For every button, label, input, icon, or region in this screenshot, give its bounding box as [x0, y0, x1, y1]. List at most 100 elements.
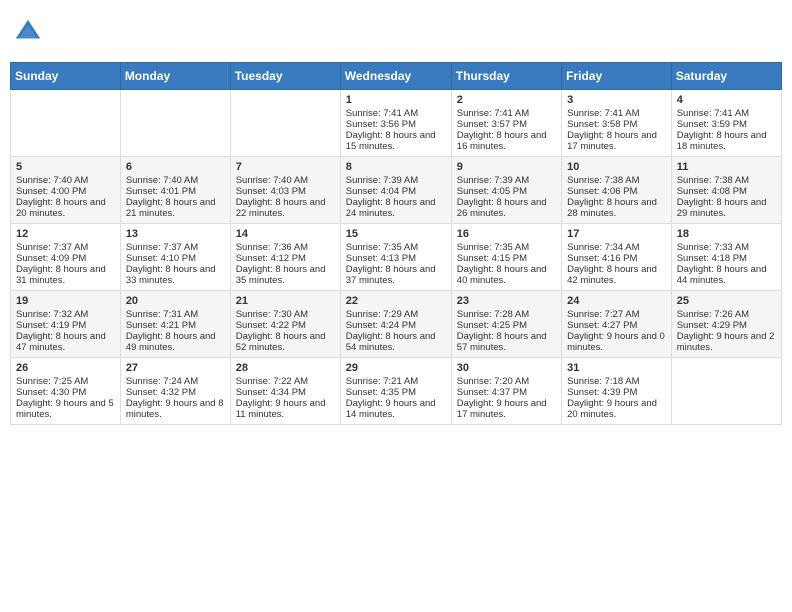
cell-content: Sunset: 4:24 PM — [346, 320, 446, 331]
cell-content: Daylight: 8 hours and 15 minutes. — [346, 130, 446, 152]
day-number: 28 — [236, 362, 335, 374]
calendar-cell: 4Sunrise: 7:41 AMSunset: 3:59 PMDaylight… — [671, 90, 781, 157]
day-number: 6 — [126, 161, 225, 173]
logo — [14, 18, 46, 46]
day-number: 30 — [457, 362, 556, 374]
calendar-week-5: 26Sunrise: 7:25 AMSunset: 4:30 PMDayligh… — [11, 358, 782, 425]
cell-content: Daylight: 8 hours and 37 minutes. — [346, 264, 446, 286]
cell-content: Sunset: 3:58 PM — [567, 119, 666, 130]
day-number: 12 — [16, 228, 115, 240]
cell-content: Sunrise: 7:38 AM — [567, 175, 666, 186]
cell-content: Sunrise: 7:22 AM — [236, 376, 335, 387]
cell-content: Daylight: 8 hours and 54 minutes. — [346, 331, 446, 353]
cell-content: Sunrise: 7:41 AM — [567, 108, 666, 119]
calendar-header-row: SundayMondayTuesdayWednesdayThursdayFrid… — [11, 63, 782, 90]
cell-content: Sunset: 4:10 PM — [126, 253, 225, 264]
calendar-week-2: 5Sunrise: 7:40 AMSunset: 4:00 PMDaylight… — [11, 157, 782, 224]
cell-content: Sunset: 4:06 PM — [567, 186, 666, 197]
calendar-cell: 1 Sunrise: 7:41 AMSunset: 3:56 PMDaylight… — [340, 90, 451, 157]
cell-content: Sunrise: 7:41 AM — [677, 108, 776, 119]
calendar-cell: 20Sunrise: 7:31 AMSunset: 4:21 PMDayligh… — [120, 291, 230, 358]
cell-content: Sunrise: 7:37 AM — [126, 242, 225, 253]
cell-content: Sunrise: 7:36 AM — [236, 242, 335, 253]
cell-content: Sunset: 4:21 PM — [126, 320, 225, 331]
cell-content: Daylight: 9 hours and 5 minutes. — [16, 398, 115, 420]
day-number: 20 — [126, 295, 225, 307]
cell-content: Daylight: 8 hours and 28 minutes. — [567, 197, 666, 219]
cell-content: Sunrise: 7:40 AM — [126, 175, 225, 186]
calendar-cell: 28Sunrise: 7:22 AMSunset: 4:34 PMDayligh… — [230, 358, 340, 425]
cell-content: Daylight: 8 hours and 40 minutes. — [457, 264, 556, 286]
calendar-cell: 25Sunrise: 7:26 AMSunset: 4:29 PMDayligh… — [671, 291, 781, 358]
calendar-cell — [671, 358, 781, 425]
cell-content: Sunrise: 7:40 AM — [236, 175, 335, 186]
cell-content: Sunrise: 7:35 AM — [346, 242, 446, 253]
cell-content: Sunset: 4:37 PM — [457, 387, 556, 398]
cell-content: Sunset: 3:59 PM — [677, 119, 776, 130]
cell-content: Daylight: 8 hours and 22 minutes. — [236, 197, 335, 219]
day-number: 8 — [346, 161, 446, 173]
cell-content: Sunrise: 7:34 AM — [567, 242, 666, 253]
cell-content: Sunrise: 7:26 AM — [677, 309, 776, 320]
calendar-cell: 2Sunrise: 7:41 AMSunset: 3:57 PMDaylight… — [451, 90, 561, 157]
calendar-cell: 8Sunrise: 7:39 AMSunset: 4:04 PMDaylight… — [340, 157, 451, 224]
cell-content: Sunrise: 7:33 AM — [677, 242, 776, 253]
cell-content: Sunset: 4:27 PM — [567, 320, 666, 331]
cell-content: Daylight: 8 hours and 17 minutes. — [567, 130, 666, 152]
day-number: 4 — [677, 94, 776, 106]
cell-content: Sunrise: 7:38 AM — [677, 175, 776, 186]
cell-content: Sunrise: 7:21 AM — [346, 376, 446, 387]
calendar-cell: 24Sunrise: 7:27 AMSunset: 4:27 PMDayligh… — [562, 291, 672, 358]
cell-content: Sunset: 4:13 PM — [346, 253, 446, 264]
calendar-cell: 11 Sunrise: 7:38 AMSunset: 4:08 PMDayligh… — [671, 157, 781, 224]
cell-content: Sunset: 4:08 PM — [677, 186, 776, 197]
calendar-cell: 9Sunrise: 7:39 AMSunset: 4:05 PMDaylight… — [451, 157, 561, 224]
cell-content: Sunrise: 7:41 AM — [457, 108, 556, 119]
calendar-cell: 10 Sunrise: 7:38 AMSunset: 4:06 PMDayligh… — [562, 157, 672, 224]
day-header-sunday: Sunday — [11, 63, 121, 90]
cell-content: Daylight: 8 hours and 49 minutes. — [126, 331, 225, 353]
day-number: 11 — [677, 161, 776, 173]
cell-content: Daylight: 8 hours and 47 minutes. — [16, 331, 115, 353]
calendar-cell: 21Sunrise: 7:30 AMSunset: 4:22 PMDayligh… — [230, 291, 340, 358]
cell-content: Daylight: 8 hours and 42 minutes. — [567, 264, 666, 286]
calendar-cell: 26Sunrise: 7:25 AMSunset: 4:30 PMDayligh… — [11, 358, 121, 425]
day-number: 15 — [346, 228, 446, 240]
day-number: 22 — [346, 295, 446, 307]
day-number: 25 — [677, 295, 776, 307]
day-number: 18 — [677, 228, 776, 240]
cell-content: Daylight: 8 hours and 26 minutes. — [457, 197, 556, 219]
cell-content: Sunset: 4:18 PM — [677, 253, 776, 264]
cell-content: Daylight: 8 hours and 20 minutes. — [16, 197, 115, 219]
day-number: 10 — [567, 161, 666, 173]
day-number: 2 — [457, 94, 556, 106]
day-number: 17 — [567, 228, 666, 240]
cell-content: Daylight: 8 hours and 29 minutes. — [677, 197, 776, 219]
cell-content: Sunset: 4:22 PM — [236, 320, 335, 331]
day-number: 7 — [236, 161, 335, 173]
day-number: 31 — [567, 362, 666, 374]
day-number: 29 — [346, 362, 446, 374]
cell-content: Daylight: 9 hours and 8 minutes. — [126, 398, 225, 420]
day-number: 1 — [346, 94, 446, 106]
cell-content: Daylight: 8 hours and 44 minutes. — [677, 264, 776, 286]
cell-content: Sunset: 4:30 PM — [16, 387, 115, 398]
calendar-cell: 3Sunrise: 7:41 AMSunset: 3:58 PMDaylight… — [562, 90, 672, 157]
calendar-cell: 14Sunrise: 7:36 AMSunset: 4:12 PMDayligh… — [230, 224, 340, 291]
day-number: 23 — [457, 295, 556, 307]
day-number: 21 — [236, 295, 335, 307]
calendar-cell: 7Sunrise: 7:40 AMSunset: 4:03 PMDaylight… — [230, 157, 340, 224]
cell-content: Sunset: 4:39 PM — [567, 387, 666, 398]
cell-content: Sunset: 4:19 PM — [16, 320, 115, 331]
day-number: 24 — [567, 295, 666, 307]
day-number: 9 — [457, 161, 556, 173]
day-number: 26 — [16, 362, 115, 374]
cell-content: Sunrise: 7:41 AM — [346, 108, 446, 119]
cell-content: Daylight: 8 hours and 57 minutes. — [457, 331, 556, 353]
day-number: 19 — [16, 295, 115, 307]
cell-content: Daylight: 8 hours and 35 minutes. — [236, 264, 335, 286]
cell-content: Sunset: 3:56 PM — [346, 119, 446, 130]
cell-content: Sunrise: 7:37 AM — [16, 242, 115, 253]
day-header-tuesday: Tuesday — [230, 63, 340, 90]
cell-content: Daylight: 9 hours and 11 minutes. — [236, 398, 335, 420]
